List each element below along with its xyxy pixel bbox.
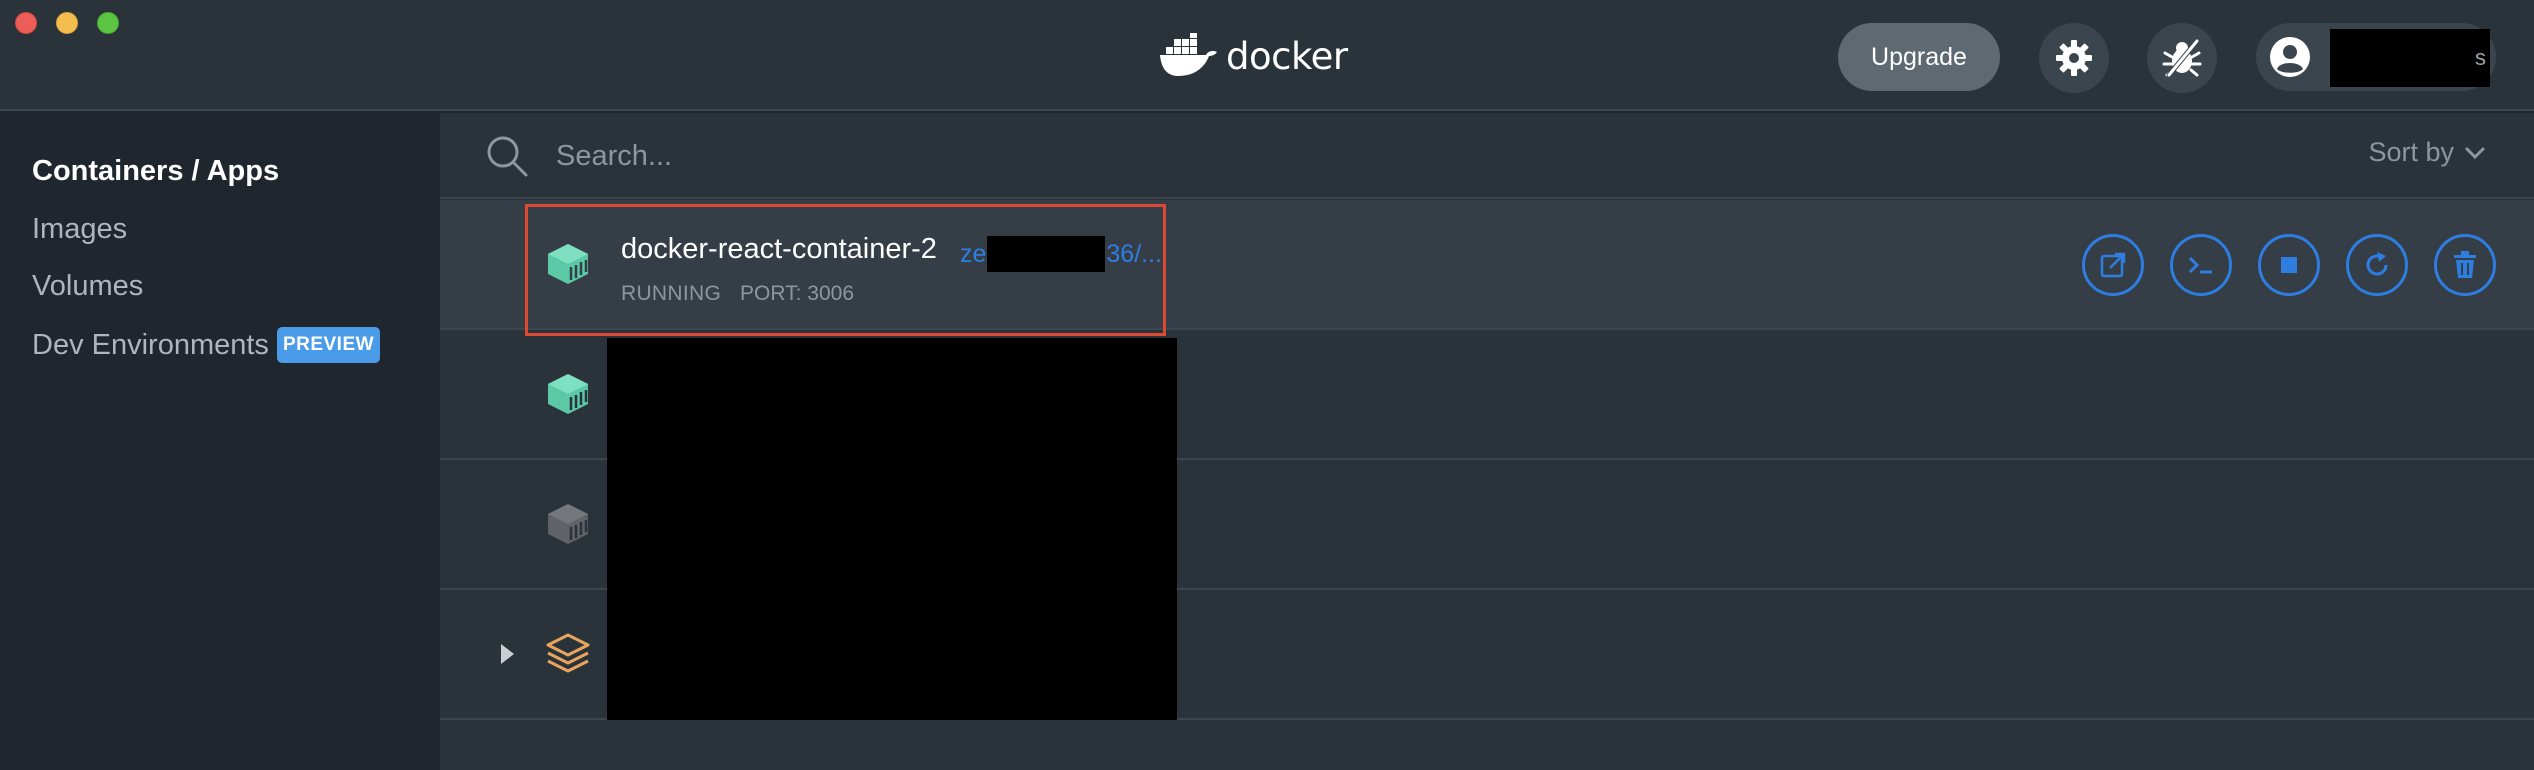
account-button[interactable]: s (2256, 23, 2496, 91)
docker-logo: docker (1158, 30, 1348, 82)
container-status: RUNNING (621, 282, 722, 305)
gear-icon (2056, 40, 2092, 76)
container-icon (548, 244, 588, 284)
sidebar-item-dev-environments[interactable]: Dev Environments PREVIEW (32, 327, 381, 363)
container-link-suffix: 36/... (1106, 239, 1162, 268)
stack-icon (546, 633, 590, 673)
restart-button[interactable] (2346, 234, 2408, 296)
window-close-button[interactable] (15, 12, 37, 34)
container-row[interactable]: docker-react-container-2 ze 36/... RUNNI… (440, 200, 2534, 336)
trash-icon (2454, 251, 2476, 278)
restart-icon (2366, 252, 2388, 276)
stop-button[interactable] (2258, 234, 2320, 296)
container-port: PORT: 3006 (740, 282, 855, 305)
sidebar-item-label: Containers / Apps (32, 155, 280, 187)
sort-by-button[interactable]: Sort by (2368, 137, 2486, 168)
bug-icon (2162, 38, 2202, 78)
sidebar-item-label: Images (32, 213, 128, 245)
cli-button[interactable] (2170, 234, 2232, 296)
sidebar: Containers / Apps Images Volumes Dev Env… (0, 113, 440, 770)
external-link-icon (2100, 252, 2126, 278)
search-bar: Sort by (440, 113, 2534, 199)
sidebar-item-volumes[interactable]: Volumes (32, 270, 143, 303)
redacted-block (607, 338, 1177, 720)
search-icon (487, 136, 528, 177)
docker-whale-icon (1160, 33, 1217, 76)
sidebar-item-label: Dev Environments (32, 328, 269, 361)
container-icon (548, 374, 588, 414)
container-link[interactable]: ze 36/... (960, 236, 1162, 272)
window-minimize-button[interactable] (56, 12, 78, 34)
docker-logo-text: docker (1226, 34, 1348, 78)
expand-arrow-icon[interactable] (496, 640, 518, 668)
stop-icon (2281, 257, 2297, 273)
account-name: s (2330, 29, 2490, 87)
troubleshoot-button[interactable] (2147, 23, 2217, 93)
sidebar-item-label: Volumes (32, 270, 144, 302)
window-maximize-button[interactable] (97, 12, 119, 34)
container-icon (548, 504, 588, 544)
open-in-browser-button[interactable] (2082, 234, 2144, 296)
title-bar: docker Upgrade s (0, 0, 2534, 111)
preview-badge: PREVIEW (276, 327, 381, 363)
search-input[interactable] (556, 131, 1756, 181)
settings-button[interactable] (2039, 23, 2109, 93)
sort-by-label: Sort by (2368, 137, 2454, 167)
upgrade-button[interactable]: Upgrade (1838, 23, 2000, 91)
user-avatar-icon (2270, 37, 2310, 77)
terminal-icon (2188, 256, 2212, 274)
chevron-down-icon (2464, 146, 2486, 159)
container-link-prefix: ze (960, 239, 987, 268)
redacted-block (987, 236, 1106, 272)
delete-button[interactable] (2434, 234, 2496, 296)
account-name-visible-text: s (2475, 45, 2486, 70)
container-name: docker-react-container-2 (621, 233, 937, 265)
sidebar-item-images[interactable]: Images (32, 213, 127, 246)
sidebar-item-containers-apps[interactable]: Containers / Apps (32, 155, 279, 188)
